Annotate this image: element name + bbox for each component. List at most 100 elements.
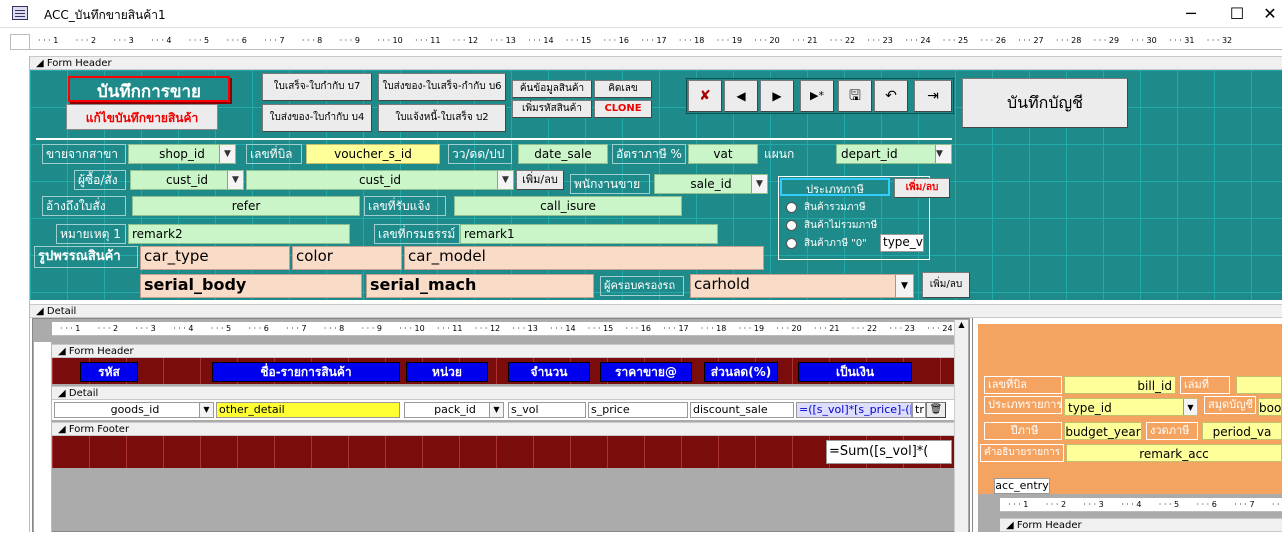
acc-budget-year-field[interactable]: budget_year xyxy=(1064,422,1142,440)
chevron-down-icon[interactable]: ▼ xyxy=(1183,399,1197,415)
subform-ruler: · · · 1 · · · 2 · · · 3 · · · 4 · · · 5 · · ·… xyxy=(52,322,954,336)
delete-record-icon[interactable]: ✘ xyxy=(688,80,722,112)
chevron-down-icon[interactable]: ▼ xyxy=(751,175,767,193)
prev-record-icon[interactable]: ◀ xyxy=(724,80,758,112)
policy-label: เลขที่กรมธรรม์ xyxy=(374,224,460,244)
acc-desc-label: คำอธิบายรายการ xyxy=(980,444,1064,462)
type-va-field[interactable]: type_va xyxy=(880,234,924,252)
ruler-tick-label: · · · 15 xyxy=(565,36,592,45)
ruler-tick-label: · · · 6 xyxy=(1196,500,1217,509)
print-b4-button[interactable]: ใบส่งของ-ใบกำกับ บ4 xyxy=(262,104,372,132)
chevron-down-icon[interactable]: ▼ xyxy=(497,171,513,189)
form-header-bar[interactable]: ◢ Form Header xyxy=(30,56,1282,70)
chevron-down-icon[interactable]: ▼ xyxy=(895,275,913,297)
car-type-field[interactable]: car_type xyxy=(140,246,290,270)
trash-icon[interactable]: 🗑 xyxy=(926,402,946,418)
acc-type-id-combo[interactable]: type_id ▼ xyxy=(1064,398,1198,416)
depart-id-combo[interactable]: depart_id ▼ xyxy=(836,144,952,164)
chevron-down-icon[interactable]: ▼ xyxy=(199,403,213,417)
sub-detail-bar[interactable]: ◢ Detail xyxy=(52,386,954,400)
subform-scrollbar[interactable]: ▲ xyxy=(954,320,968,532)
radio-zero-icon[interactable] xyxy=(786,238,797,249)
scroll-up-icon[interactable]: ▲ xyxy=(955,320,968,329)
acc-ruler: · · · 1 · · · 2 · · · 3 · · · 4 · · · 5 · · ·… xyxy=(1000,498,1282,512)
ruler-tick-label: · · · 4 xyxy=(1121,500,1142,509)
carhold-value: carhold xyxy=(694,275,750,293)
refer-field[interactable]: refer xyxy=(132,196,360,216)
sub-form-footer-bar[interactable]: ◢ Form Footer xyxy=(52,422,954,436)
ruler-tick-label: · · · 8 xyxy=(1271,500,1282,509)
detail-bar[interactable]: ◢ Detail xyxy=(30,304,1282,318)
undo-icon[interactable]: ↶ xyxy=(874,80,908,112)
chevron-down-icon[interactable]: ▼ xyxy=(935,145,951,163)
serial-body-field[interactable]: serial_body xyxy=(140,274,362,298)
sub-form-header-bar[interactable]: ◢ Form Header xyxy=(52,344,954,358)
maximize-button[interactable]: ☐ xyxy=(1214,0,1260,28)
acc-remark-field[interactable]: remark_acc xyxy=(1066,444,1282,462)
exit-icon[interactable]: ⇥ xyxy=(914,80,952,112)
acc-form-header-bar[interactable]: ◢ Form Header xyxy=(1000,518,1282,532)
close-button[interactable]: ✕ xyxy=(1258,0,1282,28)
tr-field[interactable]: tr xyxy=(912,402,926,418)
ruler-tick-label: · · · 10 xyxy=(399,324,425,333)
tax-type-add-button[interactable]: เพิ่ม/ลบ xyxy=(894,178,950,198)
search-product-button[interactable]: ค้นข้อมูลสินค้า xyxy=(512,80,592,98)
carhold-combo[interactable]: carhold ▼ xyxy=(690,274,914,298)
acc-book-field[interactable]: book xyxy=(1258,398,1282,416)
ruler-tick-label: · · · 8 xyxy=(301,36,323,45)
s-vol-field[interactable]: s_vol xyxy=(508,402,586,418)
save-record-icon[interactable]: 🖫 xyxy=(838,80,872,112)
print-b2-button[interactable]: ใบแจ้งหนี้-ใบเสร็จ บ2 xyxy=(378,104,506,132)
clone-button[interactable]: CLONE xyxy=(594,100,652,118)
s-price-field[interactable]: s_price xyxy=(588,402,688,418)
chevron-down-icon[interactable]: ▼ xyxy=(227,171,243,189)
acc-bill-id-field[interactable]: bill_id xyxy=(1064,376,1176,394)
ruler-tick-label: · · · 26 xyxy=(980,36,1006,45)
print-b7-button[interactable]: ใบเสร็จ-ใบกำกับ บ7 xyxy=(262,73,372,101)
print-b6-button[interactable]: ใบส่งของ-ใบเสร็จ-กำกับ บ6 xyxy=(378,73,506,101)
call-isure-field[interactable]: call_isure xyxy=(454,196,682,216)
add-product-code-button[interactable]: เพิ่มรหัสสินค้า xyxy=(512,100,592,118)
remark2-field[interactable]: remark2 xyxy=(128,224,350,244)
shop-id-combo[interactable]: shop_id ▼ xyxy=(128,144,236,164)
acc-year-label: ปีภาษี xyxy=(984,422,1062,440)
discount-field[interactable]: discount_sale xyxy=(690,402,794,418)
ruler-tick-label: · · · 18 xyxy=(678,36,705,45)
radio-exclude-icon[interactable] xyxy=(786,220,797,231)
other-detail-field[interactable]: other_detail xyxy=(216,402,400,418)
next-record-icon[interactable]: ▶ xyxy=(760,80,794,112)
opt-exclude-label: สินค้าไม่รวมภาษี xyxy=(804,220,878,231)
cust-name-combo[interactable]: cust_id ▼ xyxy=(246,170,514,190)
new-record-icon[interactable]: ▶* xyxy=(800,80,834,112)
add-customer-button[interactable]: เพิ่ม/ลบ xyxy=(516,170,564,190)
radio-include-icon[interactable] xyxy=(786,202,797,213)
ruler-tick-label: · · · 8 xyxy=(323,324,345,333)
voucher-field[interactable]: voucher_s_id xyxy=(306,144,440,164)
cust-id-combo[interactable]: cust_id ▼ xyxy=(130,170,244,190)
acc-book-no-field[interactable] xyxy=(1236,376,1282,394)
calculator-button[interactable]: คิดเลข xyxy=(594,80,652,98)
sale-id-value: sale_id xyxy=(690,177,732,191)
acc-entry-tab[interactable]: acc_entry xyxy=(994,478,1050,494)
sale-id-combo[interactable]: sale_id ▼ xyxy=(654,174,768,194)
serial-mach-field[interactable]: serial_mach xyxy=(366,274,594,298)
date-label: วว/ดด/ปป xyxy=(448,144,512,164)
acc-period-field[interactable]: period_va xyxy=(1202,422,1282,440)
date-sale-field[interactable]: date_sale xyxy=(518,144,608,164)
chevron-down-icon[interactable]: ▼ xyxy=(489,403,503,417)
color-field[interactable]: color xyxy=(292,246,402,270)
ruler-tick-label: · · · 19 xyxy=(716,36,743,45)
ruler-tick-label: · · · 2 xyxy=(1045,500,1067,509)
pack-id-combo[interactable]: pack_id ▼ xyxy=(404,402,504,418)
chevron-down-icon[interactable]: ▼ xyxy=(219,145,235,163)
ruler-tick-label: · · · 17 xyxy=(641,36,667,45)
minimize-button[interactable]: ─ xyxy=(1168,0,1214,28)
sum-formula-field[interactable]: =Sum([s_vol]*( xyxy=(826,440,952,464)
post-account-button[interactable]: บันทึกบัญชี xyxy=(962,78,1128,128)
vat-field[interactable]: vat xyxy=(688,144,758,164)
carhold-add-button[interactable]: เพิ่ม/ลบ xyxy=(922,272,970,298)
goods-id-combo[interactable]: goods_id ▼ xyxy=(54,402,214,418)
amount-formula-field[interactable]: =([s_vol]*[s_price]-([s xyxy=(796,402,912,418)
remark1-field[interactable]: remark1 xyxy=(460,224,718,244)
car-model-field[interactable]: car_model xyxy=(404,246,764,270)
